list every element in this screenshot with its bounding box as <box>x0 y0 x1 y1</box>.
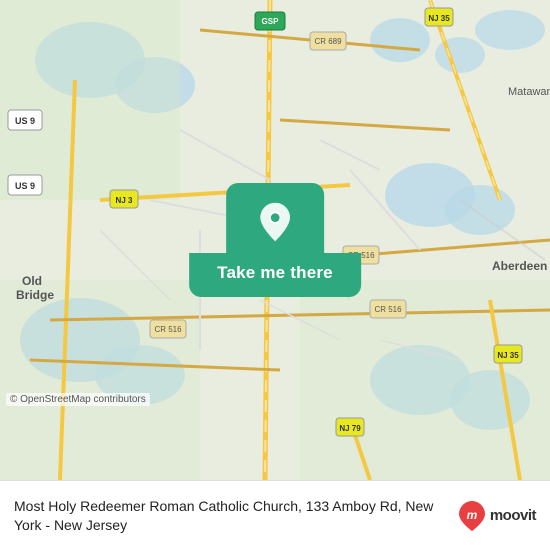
location-info: Most Holy Redeemer Roman Catholic Church… <box>14 497 448 535</box>
svg-text:CR 689: CR 689 <box>314 37 342 46</box>
svg-text:NJ 35: NJ 35 <box>428 14 450 23</box>
svg-text:Aberdeen: Aberdeen <box>492 259 547 273</box>
svg-text:US 9: US 9 <box>15 116 35 126</box>
button-overlay: Take me there <box>189 183 361 297</box>
map-container: US 9 US 9 GSP NJ 35 CR 689 NJ 3 CR 516 C… <box>0 0 550 480</box>
moovit-text: moovit <box>490 507 536 524</box>
app: US 9 US 9 GSP NJ 35 CR 689 NJ 3 CR 516 C… <box>0 0 550 550</box>
svg-text:US 9: US 9 <box>15 181 35 191</box>
location-pin-icon <box>254 201 296 243</box>
svg-text:m: m <box>466 508 477 522</box>
svg-text:GSP: GSP <box>262 17 280 26</box>
svg-text:CR 516: CR 516 <box>374 305 402 314</box>
svg-text:Matawan: Matawan <box>508 86 550 98</box>
svg-text:Bridge: Bridge <box>16 288 54 302</box>
bottom-bar: Most Holy Redeemer Roman Catholic Church… <box>0 480 550 550</box>
svg-text:Old: Old <box>22 274 42 288</box>
moovit-marker-icon: m <box>458 500 486 532</box>
location-name: Most Holy Redeemer Roman Catholic Church… <box>14 498 433 533</box>
svg-text:CR 516: CR 516 <box>154 325 182 334</box>
map-attribution: © OpenStreetMap contributors <box>6 393 150 406</box>
moovit-logo: m moovit <box>458 500 536 532</box>
svg-text:NJ 3: NJ 3 <box>116 196 133 205</box>
svg-text:NJ 79: NJ 79 <box>339 424 361 433</box>
pin-area <box>226 183 324 253</box>
take-me-there-button[interactable]: Take me there <box>189 253 361 297</box>
svg-text:NJ 35: NJ 35 <box>497 351 519 360</box>
